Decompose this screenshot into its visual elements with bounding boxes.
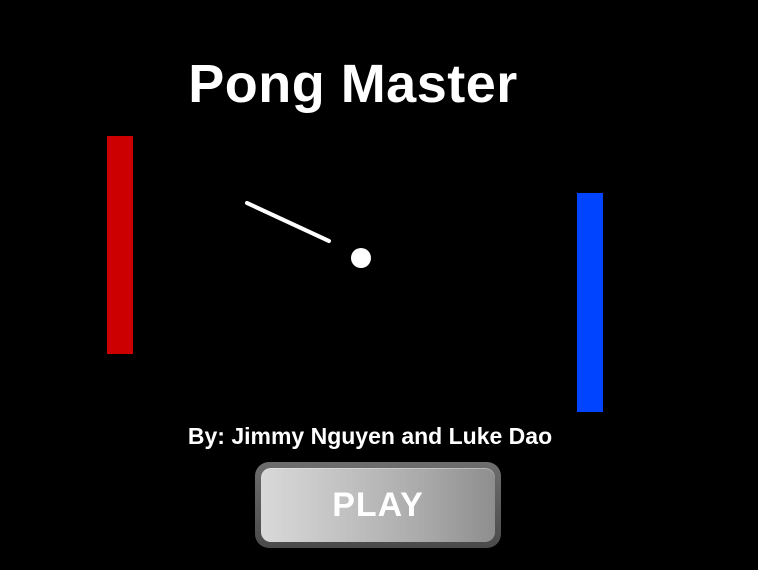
- play-button[interactable]: PLAY: [255, 462, 501, 548]
- game-screen: Pong Master By: Jimmy Nguyen and Luke Da…: [0, 0, 758, 570]
- ball-trail-line: [245, 201, 331, 243]
- credits-text: By: Jimmy Nguyen and Luke Dao: [187, 423, 553, 449]
- play-button-label: PLAY: [332, 485, 424, 524]
- play-button-face[interactable]: PLAY: [261, 468, 495, 542]
- ball-icon: [351, 248, 371, 268]
